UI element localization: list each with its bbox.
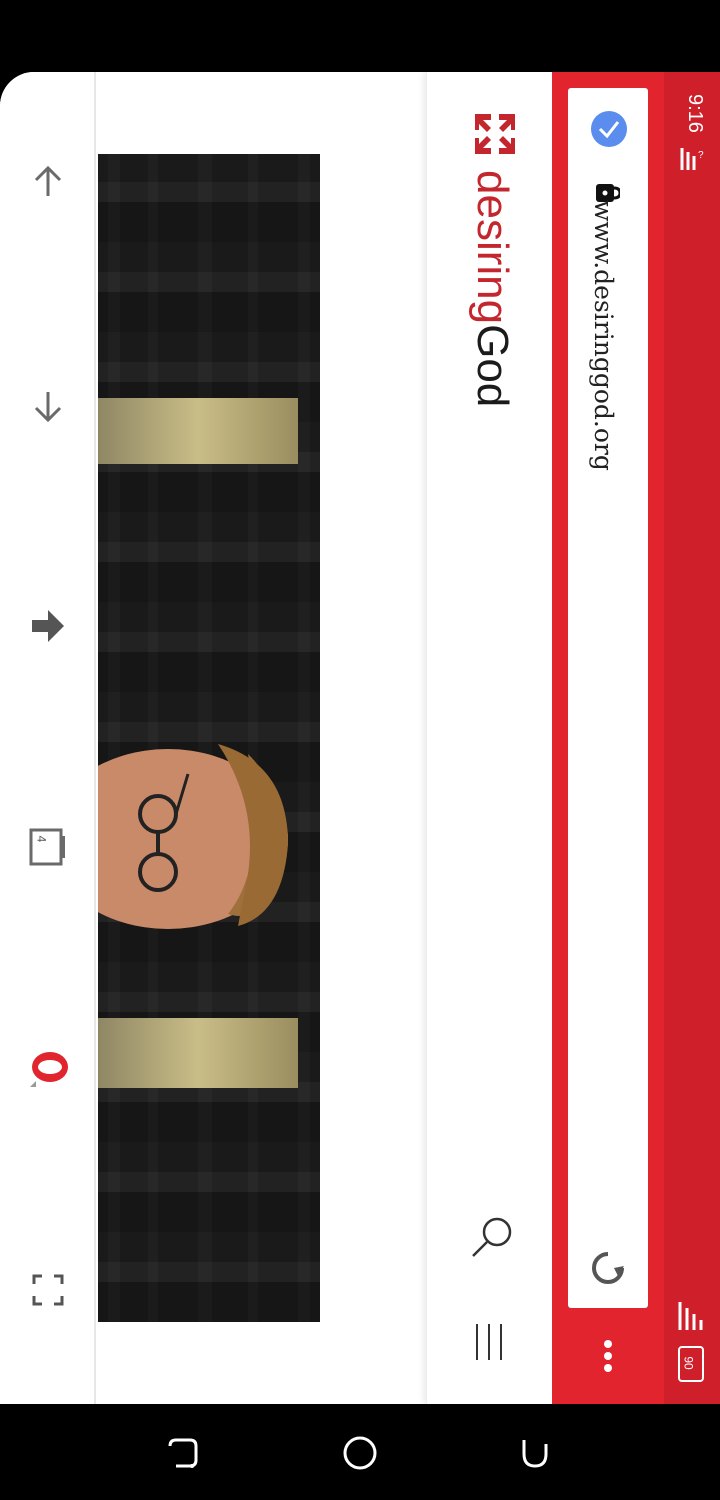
site-search-button[interactable] <box>467 1212 517 1262</box>
back-button[interactable] <box>510 1428 560 1478</box>
fullscreen-icon <box>32 1274 64 1306</box>
site-menu-button[interactable] <box>469 1322 515 1362</box>
reload-button[interactable] <box>588 1248 628 1288</box>
scroll-up-button[interactable] <box>16 150 80 214</box>
page-content <box>98 72 426 1404</box>
hero-image <box>98 154 320 1322</box>
browser-toolbar: 4 <box>0 72 96 1404</box>
browser-window: 4 desiringGod www.desiringgod.org 9:16 ?… <box>0 72 720 1404</box>
tab-count: 4 <box>34 835 49 843</box>
vpn-icon <box>591 111 627 147</box>
tabs-icon <box>29 828 65 866</box>
signal-icon <box>678 1302 703 1330</box>
reload-icon <box>592 1252 624 1284</box>
vpn-button[interactable] <box>590 110 628 148</box>
battery-level: 90 <box>681 1356 696 1370</box>
url-text: www.desiringgod.org <box>589 200 618 471</box>
system-navigation-bar <box>0 1404 720 1500</box>
address-bar[interactable]: www.desiringgod.org <box>568 88 648 1308</box>
svg-text:?: ? <box>698 150 704 161</box>
down-arrow-icon <box>34 392 62 423</box>
forward-button[interactable] <box>16 594 80 658</box>
person-photo <box>98 744 288 929</box>
recent-apps-icon <box>168 1438 198 1468</box>
status-time: 9:16 <box>684 94 706 133</box>
back-icon <box>522 1440 548 1468</box>
opera-icon <box>30 1052 68 1087</box>
top-black-bar <box>0 0 720 72</box>
logo-desiring: desiring <box>468 170 517 325</box>
search-icon <box>472 1217 512 1257</box>
browser-chrome: www.desiringgod.org <box>552 72 664 1404</box>
more-icon <box>604 1340 612 1372</box>
status-bar: 9:16 ? 90 <box>664 72 720 1404</box>
tabs-button[interactable]: 4 <box>16 817 80 881</box>
fullscreen-button[interactable] <box>16 1258 80 1322</box>
site-header: desiringGod <box>426 72 553 1404</box>
browser-menu-button[interactable] <box>588 1336 628 1376</box>
forward-icon <box>32 610 64 642</box>
opera-menu-button[interactable] <box>16 1037 80 1101</box>
scroll-down-button[interactable] <box>16 374 80 438</box>
logo-god: God <box>468 324 517 408</box>
wifi-icon: ? <box>680 148 704 170</box>
battery-icon: 90 <box>678 1346 704 1382</box>
up-arrow-icon <box>34 165 62 196</box>
menu-icon <box>476 1324 502 1360</box>
site-logo-text: desiringGod <box>467 170 517 407</box>
site-logo[interactable]: desiringGod <box>465 112 525 452</box>
home-button[interactable] <box>335 1428 385 1478</box>
desiring-god-emblem-icon <box>475 114 515 154</box>
recent-apps-button[interactable] <box>158 1428 208 1478</box>
home-icon <box>343 1436 377 1470</box>
